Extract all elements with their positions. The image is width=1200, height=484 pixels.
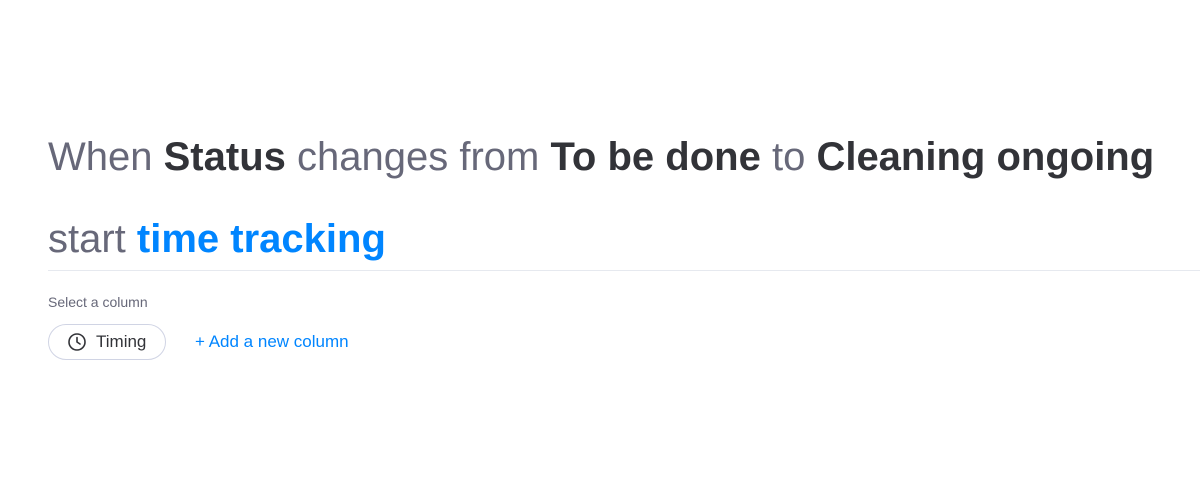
timing-column-label: Timing	[96, 332, 147, 351]
recipe-changes-from-text: changes from	[297, 135, 540, 179]
select-column-label: Select a column	[48, 294, 148, 310]
recipe-action-sentence: start time tracking	[48, 215, 386, 263]
recipe-from-value-token[interactable]: To be done	[550, 135, 760, 179]
recipe-to-value-token[interactable]: Cleaning ongoing	[816, 135, 1154, 179]
recipe-time-tracking-token[interactable]: time tracking	[137, 217, 386, 261]
recipe-trigger-sentence: When Status changes from To be done to C…	[48, 133, 1154, 181]
recipe-start-text: start	[48, 217, 126, 261]
recipe-to-text: to	[771, 135, 806, 179]
recipe-status-column-token[interactable]: Status	[164, 135, 286, 179]
section-divider	[48, 270, 1200, 271]
timing-column-chip[interactable]: Timing	[48, 324, 166, 360]
add-new-column-link[interactable]: + Add a new column	[195, 332, 349, 352]
clock-icon	[67, 332, 87, 352]
recipe-when-text: When	[48, 135, 153, 179]
